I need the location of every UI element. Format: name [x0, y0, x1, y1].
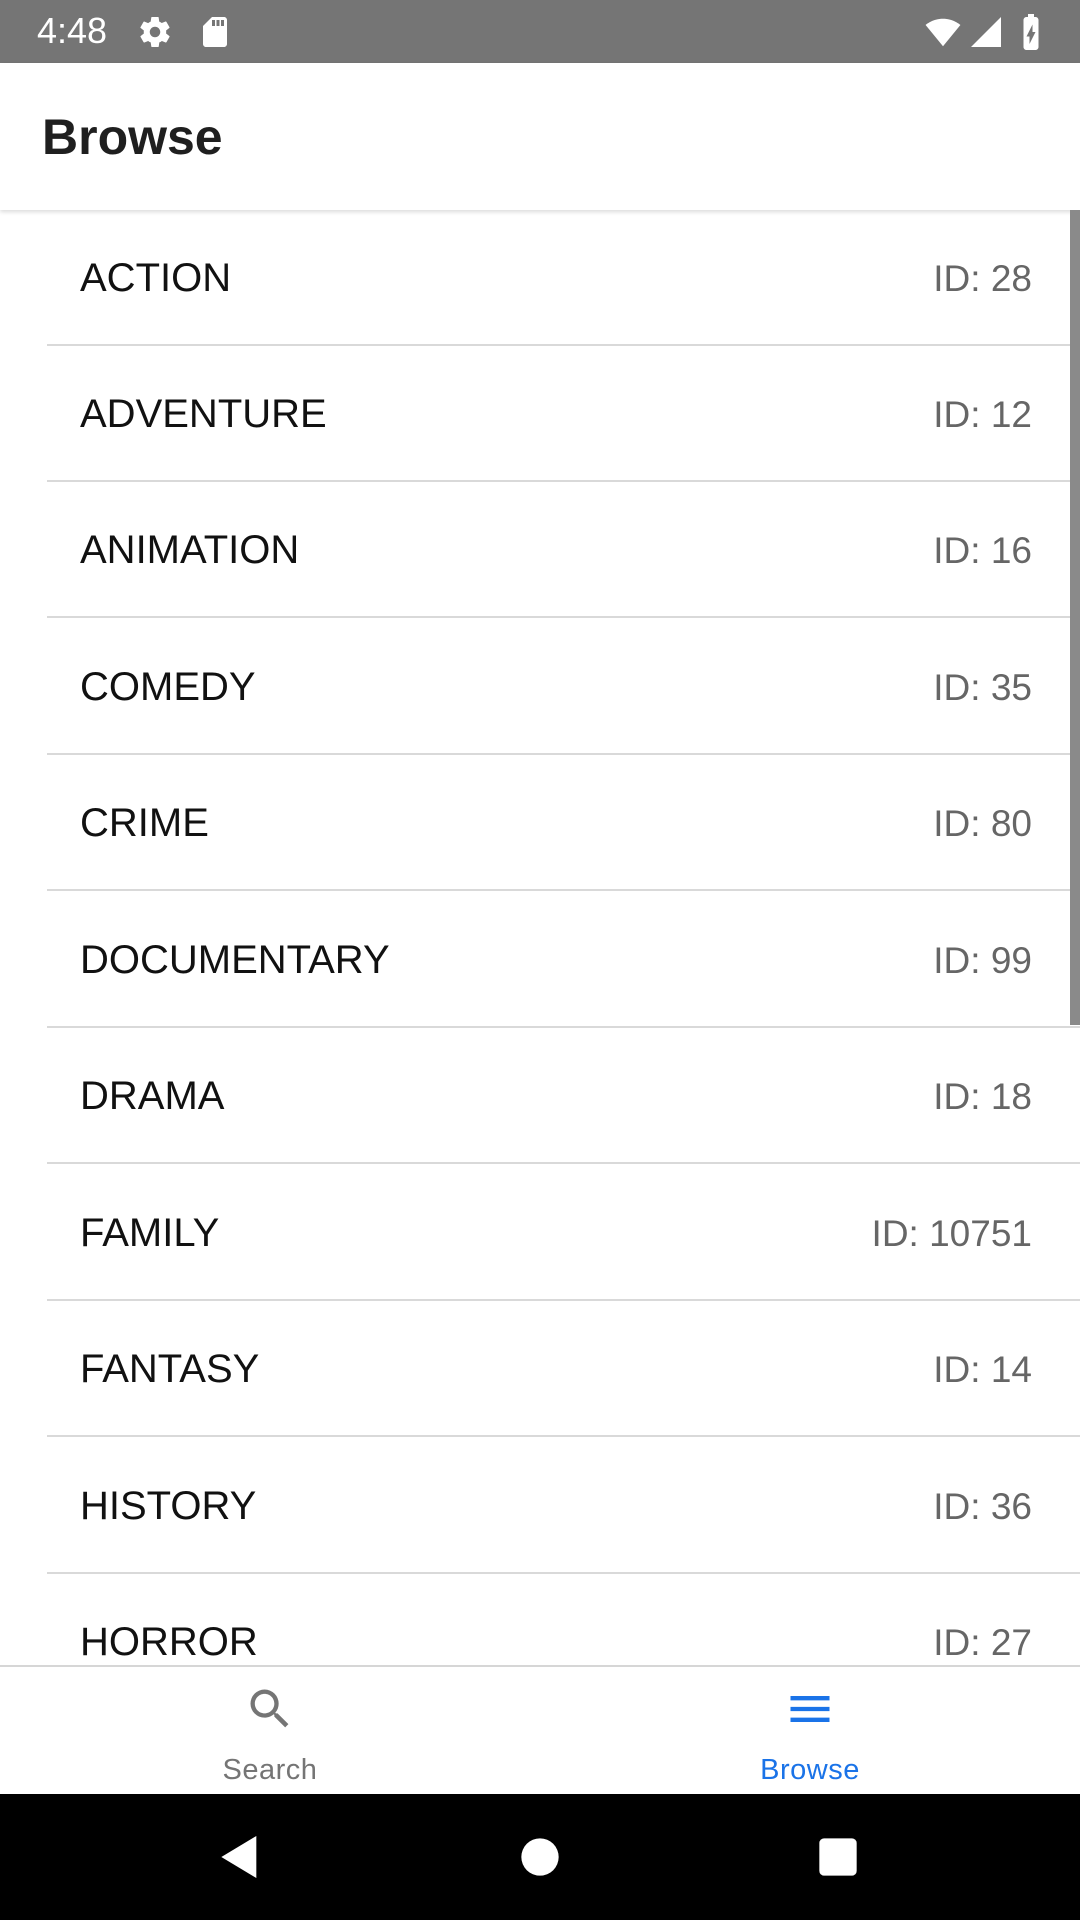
genre-row-documentary[interactable]: DOCUMENTARY ID: 99: [0, 892, 1080, 1028]
genre-name: CRIME: [80, 801, 209, 845]
battery-charging-icon: [1023, 14, 1039, 50]
genre-row-history[interactable]: HISTORY ID: 36: [0, 1438, 1080, 1574]
genre-name: FANTASY: [80, 1347, 260, 1391]
genre-id: ID: 36: [933, 1486, 1032, 1527]
genre-row-animation[interactable]: ANIMATION ID: 16: [0, 482, 1080, 618]
row-divider: [47, 1162, 1080, 1164]
genre-id: ID: 14: [933, 1349, 1032, 1390]
genre-id: ID: 99: [933, 940, 1032, 981]
status-time: 4:48: [37, 10, 108, 51]
genre-row-drama[interactable]: DRAMA ID: 18: [0, 1028, 1080, 1164]
bottom-tab-bar: Search Browse: [0, 1665, 1080, 1794]
genre-id: ID: 10751: [871, 1213, 1032, 1254]
row-divider: [47, 616, 1080, 618]
genre-id: ID: 18: [933, 1076, 1032, 1117]
menu-icon: [790, 1696, 830, 1722]
gear-icon: [140, 17, 170, 48]
genre-name: COMEDY: [80, 665, 256, 709]
sd-card-icon: [203, 17, 227, 47]
row-divider: [47, 889, 1080, 891]
genre-id: ID: 12: [933, 394, 1032, 435]
tab-search-label: Search: [222, 1754, 318, 1786]
genre-name: ADVENTURE: [80, 392, 327, 436]
genre-row-horror[interactable]: HORROR ID: 27: [0, 1574, 1080, 1665]
genre-name: DRAMA: [80, 1074, 225, 1118]
genre-row-adventure[interactable]: ADVENTURE ID: 12: [0, 346, 1080, 482]
genre-id: ID: 35: [933, 667, 1032, 708]
page-title: Browse: [42, 109, 223, 165]
genre-row-family[interactable]: FAMILY ID: 10751: [0, 1165, 1080, 1301]
genre-row-crime[interactable]: CRIME ID: 80: [0, 755, 1080, 891]
list-scrollbar[interactable]: [1070, 210, 1080, 1025]
genre-id: ID: 80: [933, 803, 1032, 844]
status-bar: 4:48: [0, 0, 1080, 63]
genre-name: DOCUMENTARY: [80, 938, 390, 982]
genre-name: HISTORY: [80, 1484, 257, 1528]
genre-row-action[interactable]: ACTION ID: 28: [0, 210, 1080, 346]
cellular-signal-icon: [971, 17, 1001, 47]
genre-id: ID: 28: [933, 258, 1032, 299]
genre-name: ACTION: [80, 256, 232, 300]
tab-browse[interactable]: Browse: [540, 1667, 1080, 1794]
home-icon[interactable]: [512, 1829, 568, 1885]
tab-browse-label: Browse: [760, 1754, 860, 1786]
tab-search[interactable]: Search: [0, 1667, 540, 1794]
wifi-icon: [925, 18, 961, 47]
genre-name: FAMILY: [80, 1211, 220, 1255]
back-icon[interactable]: [212, 1829, 268, 1885]
genre-row-comedy[interactable]: COMEDY ID: 35: [0, 619, 1080, 755]
genre-name: HORROR: [80, 1620, 258, 1664]
genre-name: ANIMATION: [80, 528, 300, 572]
app-header: Browse: [0, 63, 1080, 210]
row-divider: [47, 1435, 1080, 1437]
genre-id: ID: 16: [933, 530, 1032, 571]
genre-list[interactable]: ACTION ID: 28 ADVENTURE ID: 12 ANIMATION…: [0, 210, 1080, 1665]
system-navigation-bar: [0, 1794, 1080, 1920]
genre-row-fantasy[interactable]: FANTASY ID: 14: [0, 1301, 1080, 1437]
genre-id: ID: 27: [933, 1622, 1032, 1663]
screen: 4:48 Browse ACTION ID: 28 ADVENTURE ID: …: [0, 0, 1080, 1920]
search-icon: [250, 1689, 289, 1728]
recents-icon[interactable]: [810, 1829, 866, 1885]
